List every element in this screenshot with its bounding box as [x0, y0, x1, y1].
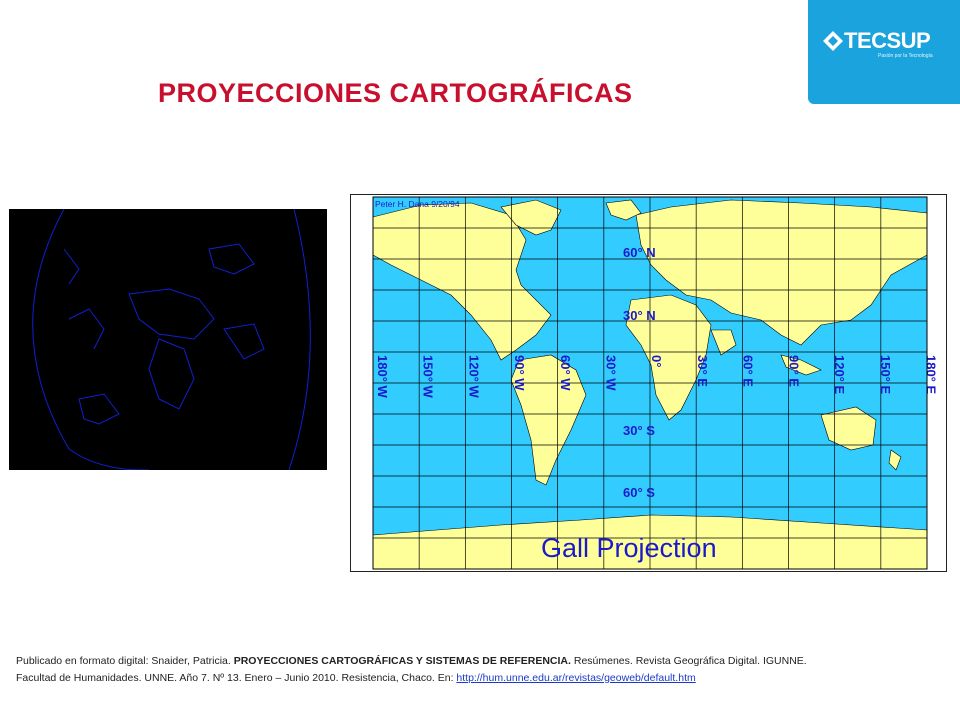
logo-brand: TECSUP: [844, 28, 931, 53]
longitude-label: 180° E: [923, 355, 938, 395]
longitude-label: 90° W: [512, 355, 527, 391]
gall-projection-map: 60° N 30° N 30° S 60° S 180° W 150° W 120° W 90…: [350, 194, 947, 572]
longitude-label: 60° W: [558, 355, 573, 391]
citation-title: PROYECCIONES CARTOGRÁFICAS Y SISTEMAS DE…: [233, 655, 571, 667]
longitude-label: 30° E: [695, 355, 710, 387]
latitude-label: 60° N: [623, 245, 656, 260]
citation-line-1: Publicado en formato digital: Snaider, P…: [16, 653, 946, 670]
longitude-label: 30° W: [604, 355, 619, 391]
citation-prefix: Publicado en formato digital: Snaider, P…: [16, 655, 231, 667]
longitude-label: 150° E: [878, 355, 893, 395]
globe-outline-drawing: [32, 208, 311, 471]
longitude-label: 0°: [649, 355, 664, 367]
latitude-label: 30° S: [623, 423, 655, 438]
longitude-label: 120° E: [832, 355, 847, 395]
longitude-label: 60° E: [741, 355, 756, 387]
longitude-label: 120° W: [466, 355, 481, 399]
gall-map-drawing: 60° N 30° N 30° S 60° S 180° W 150° W 120° W 90…: [372, 196, 938, 570]
citation-block: Publicado en formato digital: Snaider, P…: [16, 653, 946, 687]
logo-tagline: Pasión por la Tecnología: [878, 53, 933, 59]
map-caption: Gall Projection: [541, 533, 717, 563]
tecsup-logo-icon: [823, 31, 843, 51]
citation-rest: Resúmenes. Revista Geográfica Digital. I…: [573, 655, 807, 667]
latitude-label: 60° S: [623, 485, 655, 500]
slide-title: PROYECCIONES CARTOGRÁFICAS: [158, 78, 633, 108]
citation-publisher: Facultad de Humanidades. UNNE. Año 7. Nº…: [16, 672, 454, 684]
globe-projection-image: [9, 208, 327, 471]
map-credit: Peter H. Dana 9/20/94: [375, 199, 460, 209]
citation-line-2: Facultad de Humanidades. UNNE. Año 7. Nº…: [16, 670, 946, 687]
longitude-label: 150° W: [421, 355, 436, 399]
citation-link[interactable]: http://hum.unne.edu.ar/revistas/geoweb/d…: [456, 672, 695, 684]
longitude-label: 90° E: [786, 355, 801, 387]
latitude-label: 30° N: [623, 308, 656, 323]
longitude-label: 180° W: [375, 355, 390, 399]
